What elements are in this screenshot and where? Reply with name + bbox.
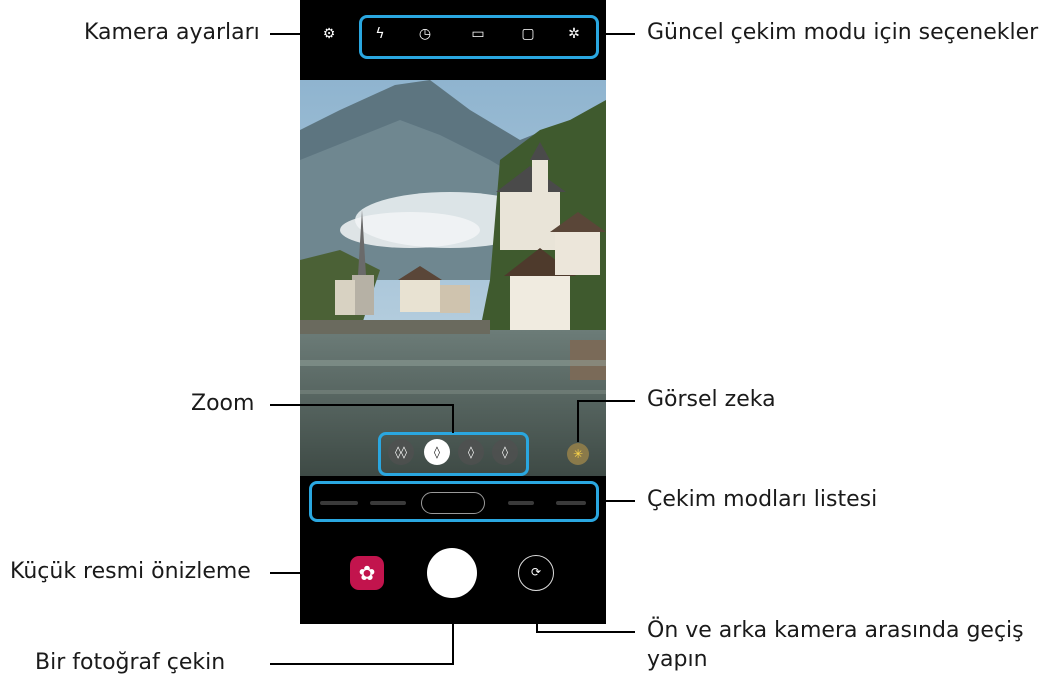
sparkle-icon[interactable]: ✳ <box>567 443 589 465</box>
mode-list-label: Çekim modları listesi <box>647 487 878 512</box>
take-photo-label: Bir fotoğraf çekin <box>35 650 226 675</box>
thumbnail-preview-label: Küçük resmi önizleme <box>10 559 251 584</box>
zoom-label: Zoom <box>191 391 255 416</box>
options-highlight <box>359 15 599 59</box>
visual-intelligence-label: Görsel zeka <box>647 387 776 412</box>
zoom-highlight <box>378 432 529 476</box>
settings-leader-line <box>270 33 312 35</box>
switch-camera-label-line1: Ön ve arka kamera arasında geçiş <box>647 618 1024 643</box>
switch-camera-label-line2: yapın <box>647 647 708 672</box>
mode-list-highlight <box>309 481 599 522</box>
phone-screen: ⚙ ϟ ◷ ▭ ▢ ✲ ◊◊ ◊ ◊ ◊ ✳ ✿ ⟳ <box>300 0 606 624</box>
switch-camera-icon[interactable]: ⟳ <box>518 555 554 591</box>
thumb-leader-line <box>270 572 350 574</box>
current-mode-options-label: Güncel çekim modu için seçenekler <box>647 20 1039 45</box>
zoom-leader-line-h <box>270 404 454 406</box>
viz-leader-line-h <box>578 400 635 402</box>
modes-leader-line <box>599 500 635 502</box>
shutter-button[interactable] <box>427 548 477 598</box>
shutter-leader-line-v <box>452 598 454 665</box>
camera-settings-label: Kamera ayarları <box>84 20 260 45</box>
switch-leader-line-h <box>536 631 635 633</box>
shutter-leader-line-h <box>270 663 454 665</box>
switch-leader-line-v <box>536 591 538 633</box>
gallery-flower-icon[interactable]: ✿ <box>350 556 384 590</box>
gear-icon[interactable]: ⚙ <box>319 26 339 42</box>
options-leader-line <box>599 33 635 35</box>
viz-leader-line-v <box>577 400 579 442</box>
zoom-leader-line-v <box>452 404 454 433</box>
